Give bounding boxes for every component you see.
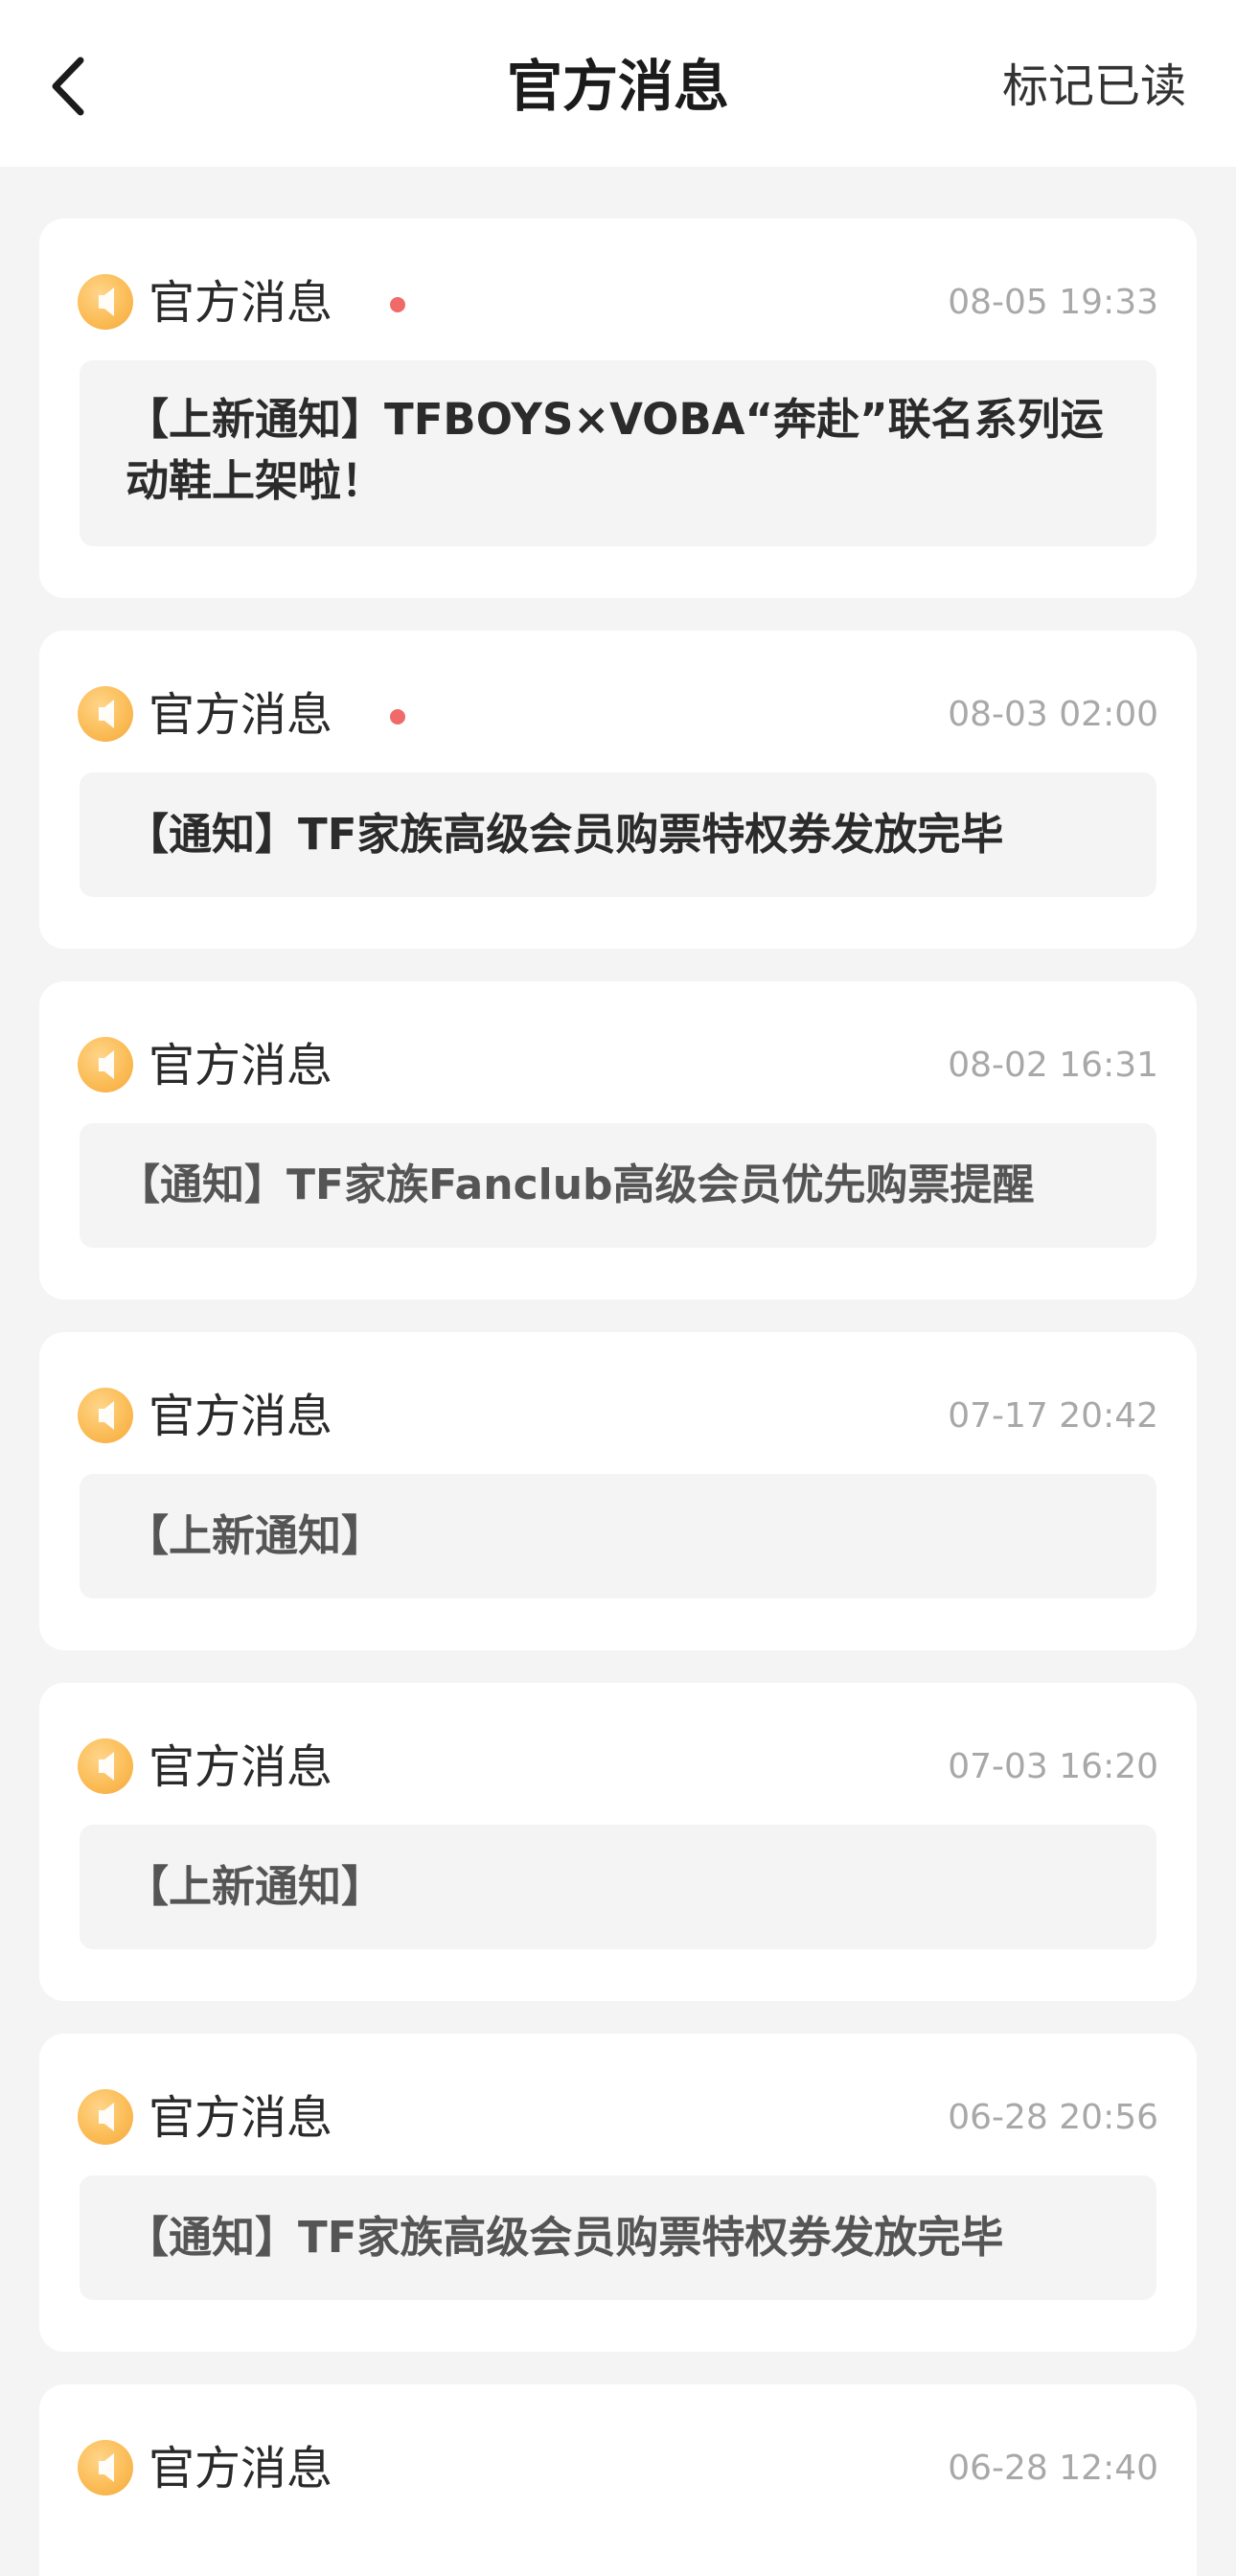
- chevron-left-icon: [52, 57, 84, 116]
- speaker-icon: [78, 274, 133, 330]
- message-content[interactable]: 【通知】TF家族高级会员购票特权券发放完毕: [80, 772, 1156, 897]
- message-header: 官方消息 07-03 16:20: [78, 1733, 1158, 1802]
- message-time: 07-17 20:42: [948, 1396, 1158, 1436]
- message-time: 08-05 19:33: [948, 283, 1158, 322]
- speaker-icon: [78, 1037, 133, 1092]
- mark-all-read-button[interactable]: 标记已读: [1002, 48, 1186, 125]
- message-card[interactable]: 官方消息 06-28 12:40: [39, 2384, 1197, 2576]
- message-time: 06-28 12:40: [948, 2449, 1158, 2488]
- speaker-icon: [78, 1388, 133, 1443]
- message-header: 官方消息 08-05 19:33: [78, 268, 1158, 337]
- message-card[interactable]: 官方消息 07-17 20:42 【上新通知】: [39, 1332, 1197, 1650]
- message-time: 08-02 16:31: [948, 1046, 1158, 1085]
- message-content[interactable]: 【上新通知】: [80, 1825, 1156, 1949]
- sender-name: 官方消息: [149, 2091, 333, 2145]
- message-header: 官方消息 06-28 12:40: [78, 2434, 1158, 2503]
- unread-dot: [390, 709, 405, 724]
- message-content[interactable]: 【上新通知】: [80, 1474, 1156, 1598]
- message-header: 官方消息 07-17 20:42: [78, 1382, 1158, 1451]
- message-card[interactable]: 官方消息 08-02 16:31 【通知】TF家族Fanclub高级会员优先购票…: [39, 981, 1197, 1300]
- message-content[interactable]: 【上新通知】TFBOYS×VOBA“奔赴”联名系列运动鞋上架啦！: [80, 360, 1156, 546]
- sender-name: 官方消息: [149, 1740, 333, 1794]
- message-card[interactable]: 官方消息 08-05 19:33 【上新通知】TFBOYS×VOBA“奔赴”联名…: [39, 218, 1197, 598]
- sender-name: 官方消息: [149, 1390, 333, 1443]
- back-button[interactable]: [46, 40, 126, 132]
- message-content[interactable]: 【通知】TF家族Fanclub高级会员优先购票提醒: [80, 1123, 1156, 1248]
- speaker-icon: [78, 2440, 133, 2496]
- speaker-icon: [78, 686, 133, 742]
- sender-name: 官方消息: [149, 2442, 333, 2496]
- message-header: 官方消息 06-28 20:56: [78, 2083, 1158, 2152]
- sender-name: 官方消息: [149, 276, 333, 330]
- message-card[interactable]: 官方消息 07-03 16:20 【上新通知】: [39, 1683, 1197, 2001]
- speaker-icon: [78, 1738, 133, 1794]
- message-card[interactable]: 官方消息 06-28 20:56 【通知】TF家族高级会员购票特权券发放完毕: [39, 2034, 1197, 2352]
- message-content[interactable]: 【通知】TF家族高级会员购票特权券发放完毕: [80, 2175, 1156, 2300]
- speaker-icon: [78, 2089, 133, 2145]
- message-time: 06-28 20:56: [948, 2098, 1158, 2137]
- message-time: 08-03 02:00: [948, 695, 1158, 734]
- message-header: 官方消息 08-03 02:00: [78, 680, 1158, 749]
- unread-dot: [390, 297, 405, 312]
- navigation-bar: 官方消息 标记已读: [0, 0, 1236, 167]
- message-header: 官方消息 08-02 16:31: [78, 1031, 1158, 1100]
- message-card[interactable]: 官方消息 08-03 02:00 【通知】TF家族高级会员购票特权券发放完毕: [39, 631, 1197, 949]
- sender-name: 官方消息: [149, 1039, 333, 1092]
- sender-name: 官方消息: [149, 688, 333, 742]
- message-time: 07-03 16:20: [948, 1747, 1158, 1786]
